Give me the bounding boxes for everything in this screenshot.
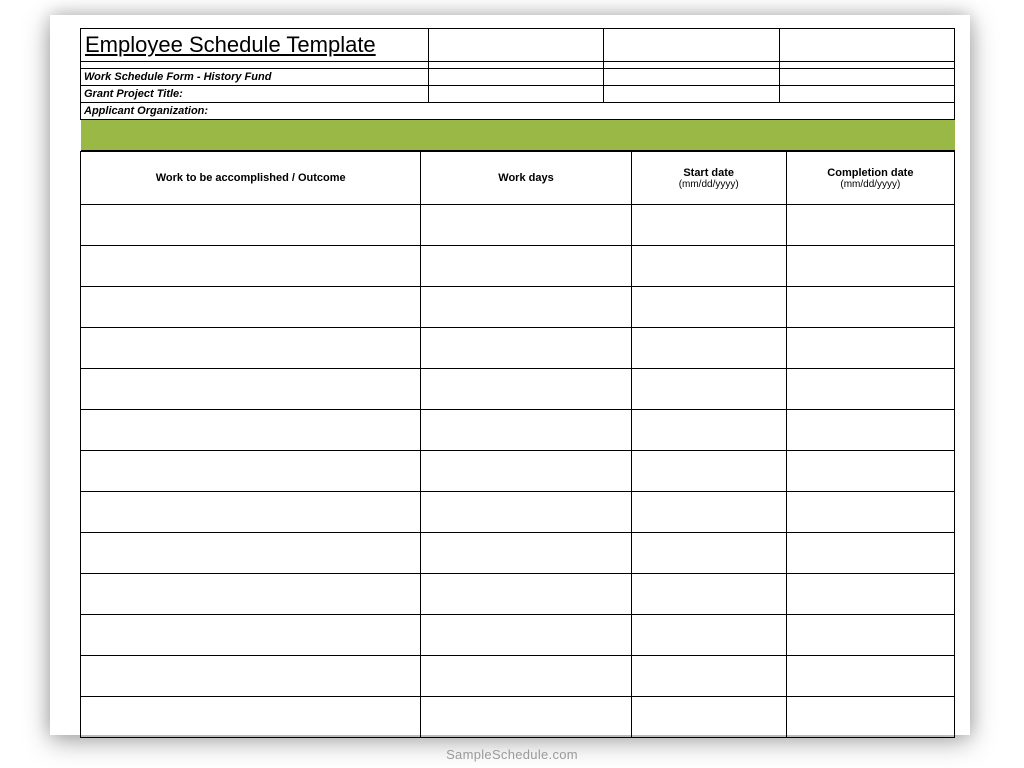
col-days: Work days (421, 152, 631, 205)
table-cell[interactable] (631, 615, 786, 656)
table-cell[interactable] (421, 246, 631, 287)
table-cell[interactable] (81, 492, 421, 533)
form-name-label: Work Schedule Form - History Fund (81, 69, 429, 86)
meta-blank (429, 69, 604, 86)
table-cell[interactable] (421, 492, 631, 533)
table-row[interactable] (81, 328, 955, 369)
table-cell[interactable] (81, 410, 421, 451)
col-end-label: Completion date (827, 167, 913, 179)
table-cell[interactable] (631, 205, 786, 246)
table-cell[interactable] (786, 205, 954, 246)
col-start-format: (mm/dd/yyyy) (636, 179, 782, 190)
spacer (779, 62, 954, 69)
table-row[interactable] (81, 287, 955, 328)
document-title: Employee Schedule Template (81, 29, 429, 62)
table-row[interactable] (81, 492, 955, 533)
meta-blank (429, 86, 604, 103)
header-table: Employee Schedule Template Work Schedule… (80, 28, 955, 151)
table-cell[interactable] (81, 369, 421, 410)
table-cell[interactable] (81, 328, 421, 369)
table-cell[interactable] (421, 369, 631, 410)
table-cell[interactable] (631, 369, 786, 410)
meta-blank (604, 69, 779, 86)
grant-title-label: Grant Project Title: (81, 86, 429, 103)
meta-blank (779, 86, 954, 103)
table-cell[interactable] (786, 328, 954, 369)
green-band (81, 120, 955, 151)
table-cell[interactable] (81, 287, 421, 328)
applicant-org-label: Applicant Organization: (81, 103, 955, 120)
table-cell[interactable] (421, 574, 631, 615)
meta-blank (779, 69, 954, 86)
table-row[interactable] (81, 246, 955, 287)
header-blank (429, 29, 604, 62)
table-cell[interactable] (81, 656, 421, 697)
table-body (81, 205, 955, 738)
table-cell[interactable] (786, 533, 954, 574)
table-cell[interactable] (631, 697, 786, 738)
table-cell[interactable] (81, 205, 421, 246)
table-cell[interactable] (81, 246, 421, 287)
table-cell[interactable] (786, 656, 954, 697)
header-blank (604, 29, 779, 62)
table-cell[interactable] (421, 410, 631, 451)
table-cell[interactable] (81, 533, 421, 574)
table-cell[interactable] (421, 451, 631, 492)
table-cell[interactable] (421, 287, 631, 328)
table-cell[interactable] (421, 697, 631, 738)
table-cell[interactable] (81, 574, 421, 615)
table-cell[interactable] (631, 656, 786, 697)
table-cell[interactable] (421, 328, 631, 369)
table-cell[interactable] (786, 410, 954, 451)
table-cell[interactable] (631, 410, 786, 451)
table-cell[interactable] (81, 451, 421, 492)
table-cell[interactable] (81, 615, 421, 656)
spacer (81, 62, 429, 69)
table-cell[interactable] (786, 697, 954, 738)
table-cell[interactable] (631, 492, 786, 533)
table-cell[interactable] (786, 492, 954, 533)
col-start-label: Start date (683, 167, 734, 179)
table-cell[interactable] (786, 287, 954, 328)
table-row[interactable] (81, 369, 955, 410)
col-work: Work to be accomplished / Outcome (81, 152, 421, 205)
meta-blank (604, 86, 779, 103)
table-row[interactable] (81, 697, 955, 738)
table-row[interactable] (81, 451, 955, 492)
column-header-row: Work to be accomplished / Outcome Work d… (81, 152, 955, 205)
spacer (604, 62, 779, 69)
table-row[interactable] (81, 656, 955, 697)
table-cell[interactable] (631, 287, 786, 328)
table-cell[interactable] (631, 246, 786, 287)
table-cell[interactable] (786, 451, 954, 492)
table-row[interactable] (81, 533, 955, 574)
spacer (429, 62, 604, 69)
watermark: SampleSchedule.com (0, 747, 1024, 762)
col-end: Completion date (mm/dd/yyyy) (786, 152, 954, 205)
table-cell[interactable] (631, 328, 786, 369)
table-cell[interactable] (631, 451, 786, 492)
table-row[interactable] (81, 205, 955, 246)
table-row[interactable] (81, 615, 955, 656)
table-cell[interactable] (631, 574, 786, 615)
col-start: Start date (mm/dd/yyyy) (631, 152, 786, 205)
table-cell[interactable] (421, 656, 631, 697)
table-cell[interactable] (81, 697, 421, 738)
table-cell[interactable] (421, 205, 631, 246)
header-blank (779, 29, 954, 62)
table-row[interactable] (81, 574, 955, 615)
table-cell[interactable] (421, 533, 631, 574)
table-row[interactable] (81, 410, 955, 451)
table-cell[interactable] (786, 615, 954, 656)
table-cell[interactable] (631, 533, 786, 574)
col-end-format: (mm/dd/yyyy) (791, 179, 950, 190)
table-cell[interactable] (786, 369, 954, 410)
table-cell[interactable] (786, 574, 954, 615)
schedule-table: Work to be accomplished / Outcome Work d… (80, 151, 955, 738)
document-content: Employee Schedule Template Work Schedule… (80, 28, 955, 738)
table-cell[interactable] (786, 246, 954, 287)
table-cell[interactable] (421, 615, 631, 656)
